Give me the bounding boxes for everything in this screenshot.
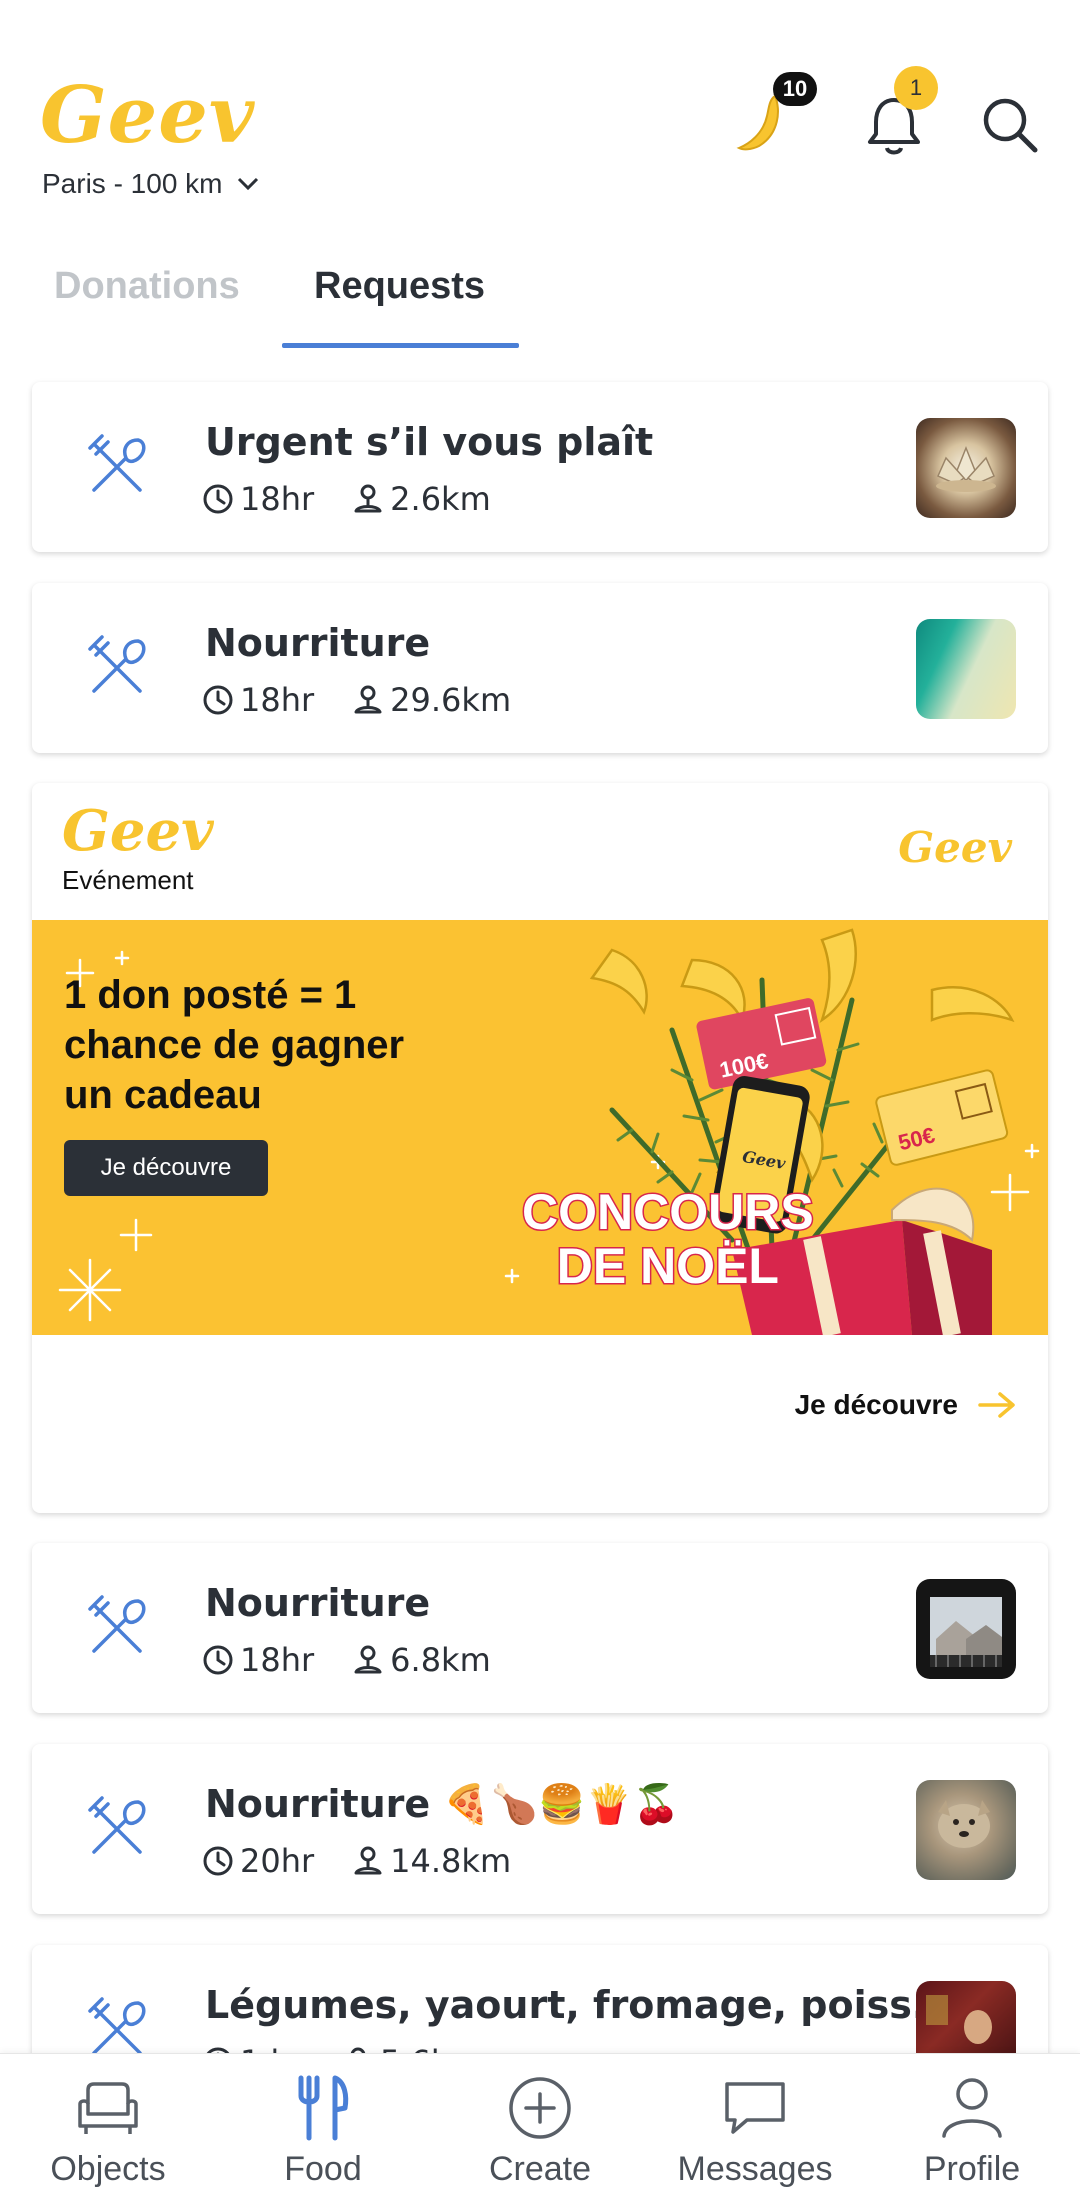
item-meta: 18hr 29.6km: [202, 681, 549, 719]
location-pin-icon: [354, 1645, 382, 1674]
item-time: 18hr: [240, 681, 315, 719]
promo-category-label: Evénement: [62, 865, 194, 895]
chevron-down-icon: [237, 177, 258, 191]
clock-icon: [203, 484, 233, 514]
promo-geev-logo-small: Geev: [898, 823, 1012, 872]
fork-knife-icon: [298, 2075, 349, 2141]
tab-donations[interactable]: Donations: [54, 265, 240, 308]
item-meta: 18hr 2.6km: [202, 480, 529, 518]
event-promo-card[interactable]: Geev Geev Evénement 100€ 50€ Geev 1 don …: [32, 783, 1048, 1513]
list-item[interactable]: Urgent s’il vous plaît 18hr 2.6km: [32, 382, 1048, 552]
lotus-candle-image: [936, 445, 996, 492]
item-meta: 20hr 14.8km: [202, 1842, 549, 1880]
person-icon: [942, 2078, 1002, 2138]
cutlery-icon: [88, 1595, 146, 1653]
nav-messages-label: Messages: [677, 2150, 833, 2188]
clock-icon: [203, 1846, 233, 1876]
tabs-bar: Donations Requests: [0, 255, 1080, 353]
list-item[interactable]: Nourriture 18hr 6.8km: [32, 1543, 1048, 1713]
contest-title-line1: CONCOURS: [521, 1184, 816, 1241]
clock-icon: [203, 1645, 233, 1675]
promo-cta-label: Je découvre: [794, 1389, 958, 1420]
cutlery-icon: [88, 1796, 146, 1854]
nav-food-label: Food: [284, 2150, 362, 2188]
nav-food[interactable]: Food: [223, 2074, 423, 2189]
cutlery-icon: [88, 635, 146, 693]
item-distance: 2.6km: [390, 480, 491, 518]
item-distance: 14.8km: [390, 1842, 512, 1880]
sofa-icon: [78, 2082, 138, 2134]
item-title: Légumes, yaourt, fromage, poiss...: [205, 1983, 956, 2027]
location-pin-icon: [354, 685, 382, 714]
item-time: 18hr: [240, 1641, 315, 1679]
search-icon: [983, 98, 1038, 153]
nav-create-label: Create: [488, 2150, 592, 2188]
location-selector[interactable]: Paris - 100 km: [42, 168, 259, 200]
christmas-contest-title: CONCOURS DE NOËL: [521, 1184, 816, 1295]
nav-profile[interactable]: Profile: [872, 2074, 1072, 2189]
list-item[interactable]: Nourriture 🍕🍗🍔🍟🍒 20hr 14.8km: [32, 1744, 1048, 1914]
notifications-count-badge: 1: [894, 66, 938, 110]
item-thumbnail: [916, 1780, 1016, 1880]
cutlery-icon: [88, 434, 146, 492]
search-button[interactable]: [975, 80, 1055, 160]
bananas-button[interactable]: 10: [735, 72, 817, 160]
item-thumbnail: [916, 1579, 1016, 1679]
location-label: Paris - 100 km: [42, 168, 223, 199]
nav-create[interactable]: Create: [440, 2074, 640, 2189]
window-photo-image: [930, 1597, 1002, 1667]
app-header: Geev Paris - 100 km 10 1: [0, 0, 1080, 240]
item-distance: 6.8km: [390, 1641, 491, 1679]
nav-profile-label: Profile: [923, 2150, 1021, 2188]
clock-icon: [203, 685, 233, 715]
item-title: Urgent s’il vous plaît: [205, 420, 654, 464]
nav-messages[interactable]: Messages: [655, 2074, 855, 2189]
promo-geev-logo: Geev: [62, 798, 214, 864]
bananas-count-badge: 10: [773, 72, 817, 106]
location-pin-icon: [354, 1846, 382, 1875]
active-tab-indicator: [282, 343, 519, 348]
app-screen: Geev Paris - 100 km 10 1 Donations Reque…: [0, 0, 1080, 2203]
bottom-navigation: Objects Food Create Messages Profile: [0, 2053, 1080, 2203]
item-time: 18hr: [240, 480, 315, 518]
list-item[interactable]: Nourriture 18hr 29.6km: [32, 583, 1048, 753]
location-pin-icon: [354, 484, 382, 513]
item-title: Nourriture: [205, 621, 431, 665]
contest-title-line2: DE NOËL: [555, 1238, 780, 1295]
chat-bubble-icon: [725, 2082, 785, 2134]
item-thumbnail: [916, 418, 1016, 518]
plus-circle-icon: [509, 2077, 571, 2139]
item-title: Nourriture: [205, 1581, 431, 1625]
arrow-right-icon: [978, 1392, 1015, 1418]
item-title: Nourriture 🍕🍗🍔🍟🍒: [205, 1782, 680, 1826]
promo-cta-link[interactable]: Je découvre: [795, 1389, 1016, 1421]
item-meta: 18hr 6.8km: [202, 1641, 529, 1679]
item-distance: 29.6km: [390, 681, 512, 719]
promo-headline: 1 don posté = 1 chance de gagner un cade…: [64, 973, 405, 1117]
item-thumbnail: [916, 619, 1016, 719]
item-time: 20hr: [240, 1842, 315, 1880]
dog-photo-image: [938, 1800, 990, 1848]
nav-objects[interactable]: Objects: [8, 2074, 208, 2189]
promo-banner[interactable]: 100€ 50€ Geev 1 don posté = 1 chance de …: [32, 920, 1048, 1335]
promo-discover-button[interactable]: Je découvre: [64, 1140, 268, 1196]
nav-objects-label: Objects: [50, 2150, 166, 2188]
tab-requests[interactable]: Requests: [314, 265, 485, 308]
notifications-button[interactable]: 1: [860, 66, 940, 160]
geev-logo: Geev: [40, 70, 256, 161]
